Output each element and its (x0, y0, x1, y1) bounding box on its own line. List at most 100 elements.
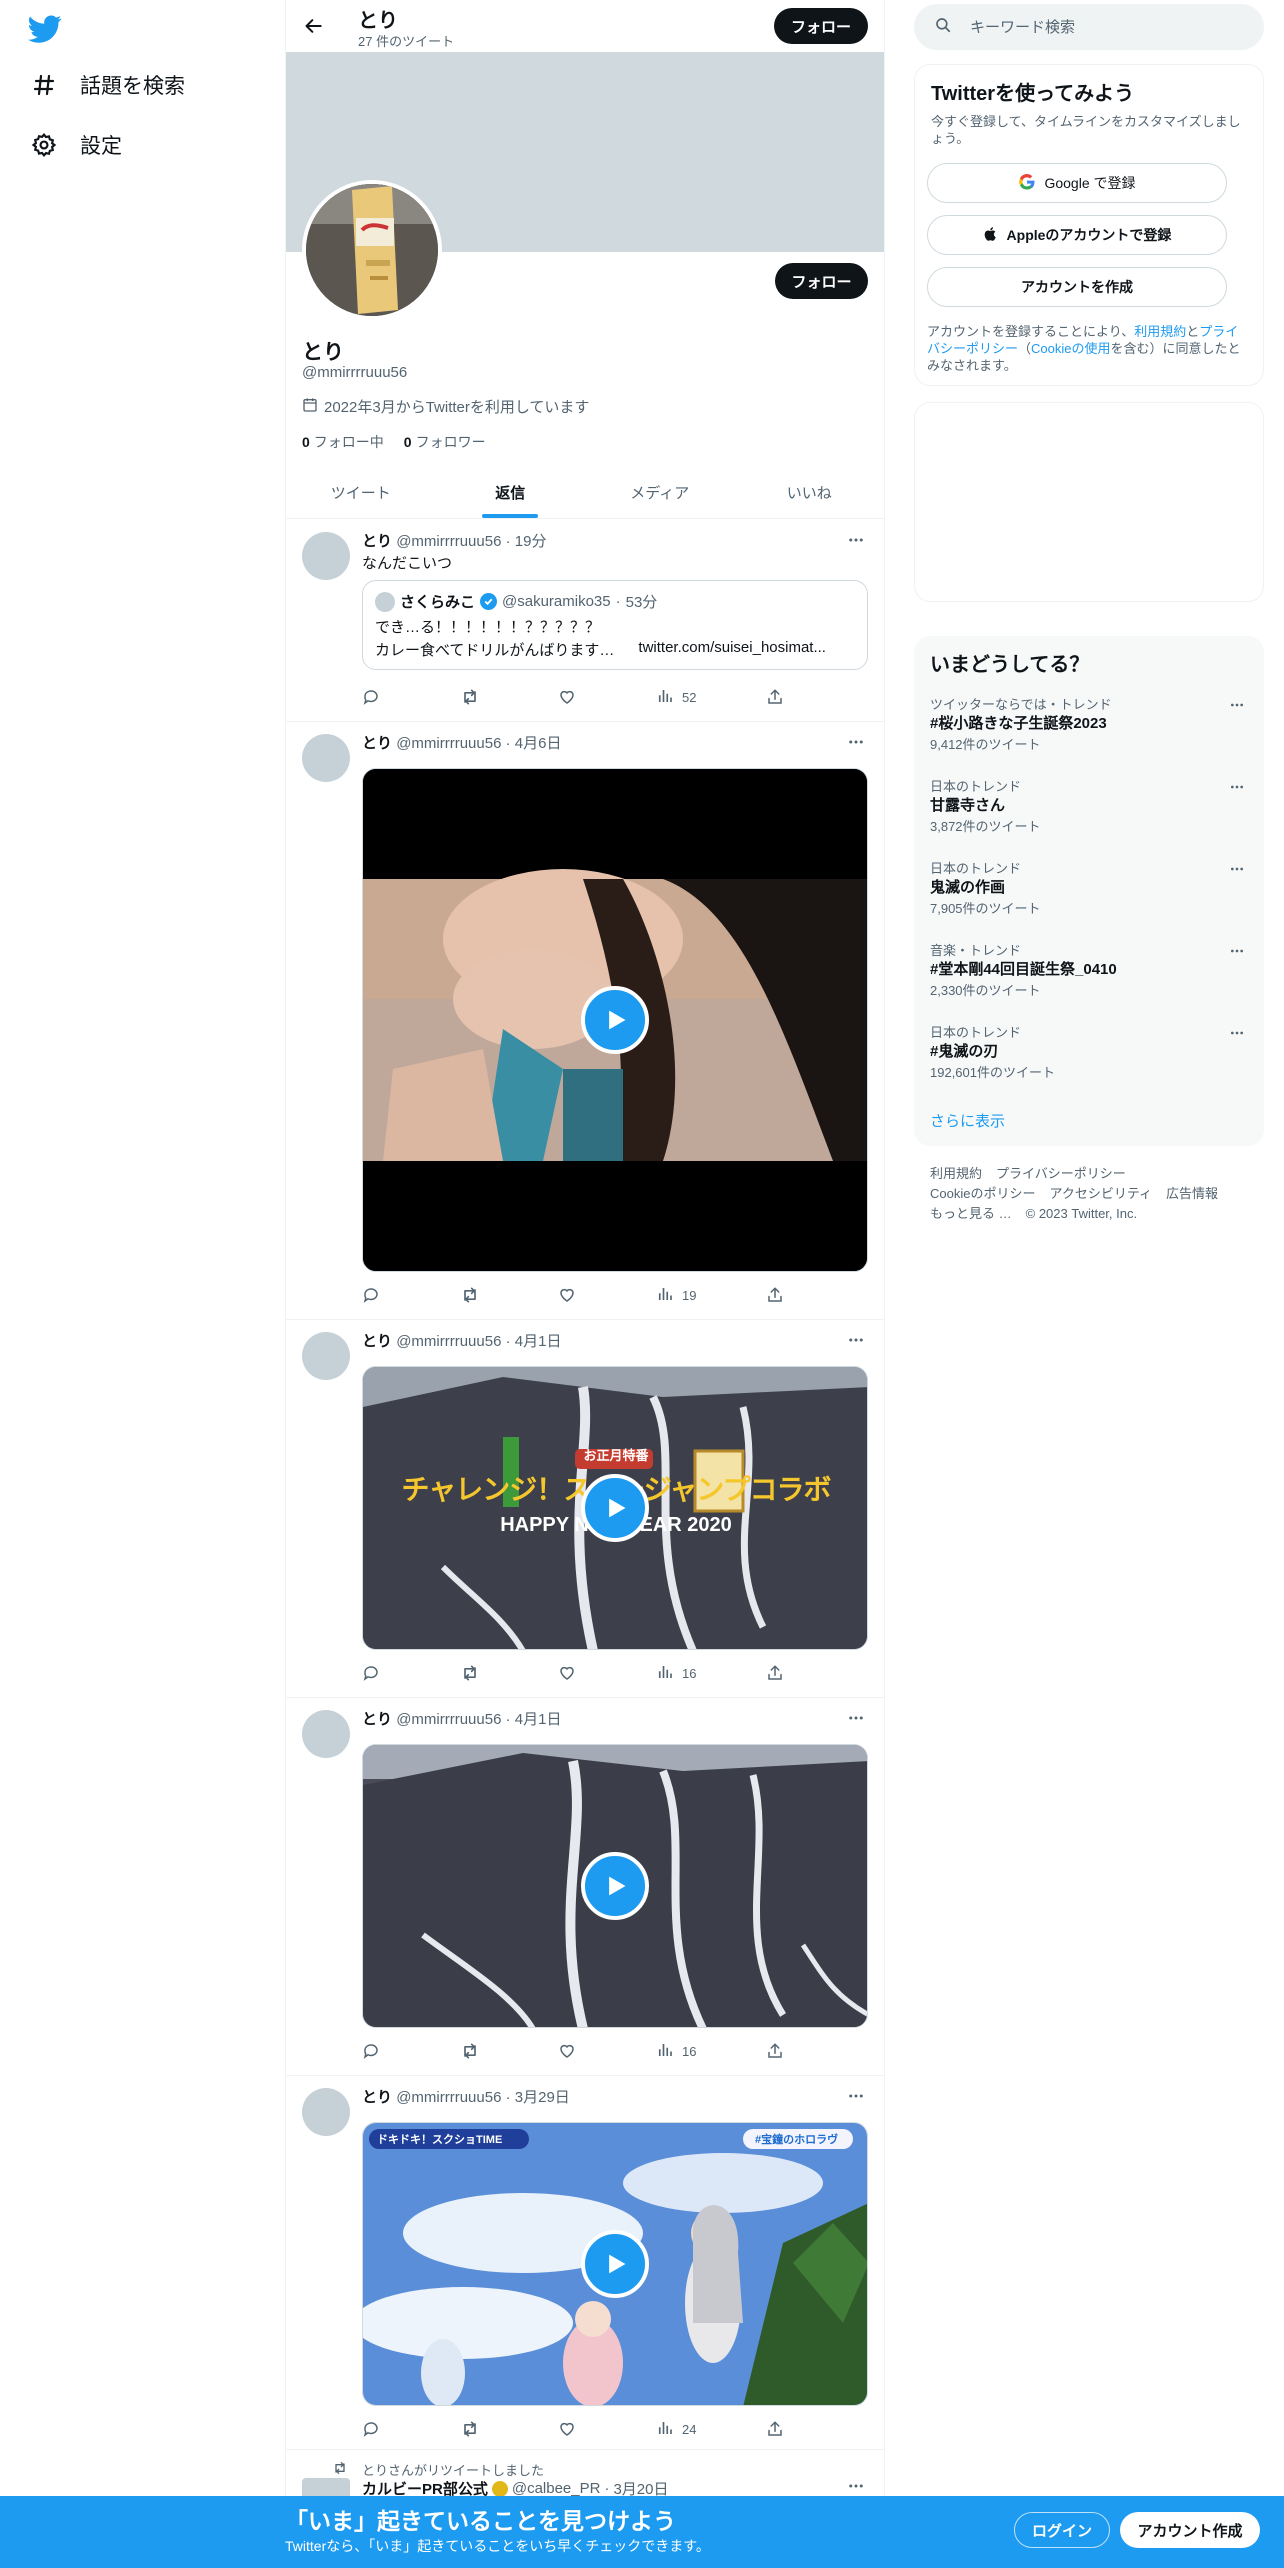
profile-follow-button[interactable]: フォロー (775, 263, 868, 299)
tweet[interactable]: とり @mmirrrruuu56 · 4月6日 19 (286, 722, 884, 1320)
tweet-author-handle[interactable]: @mmirrrruuu56 (396, 1711, 501, 1728)
quoted-tweet[interactable]: さくらみこ @sakuramiko35 · 53分 でき…る！！！！！！？？？？… (362, 580, 868, 670)
retweet-icon[interactable] (460, 1285, 480, 1305)
header-follow-button[interactable]: フォロー (774, 8, 868, 44)
avatar[interactable] (302, 2088, 350, 2136)
more-icon[interactable] (844, 2084, 868, 2108)
tweet-time[interactable]: 3月29日 (515, 2089, 570, 2106)
more-icon[interactable] (844, 730, 868, 754)
tweet-time[interactable]: 4月1日 (515, 1711, 562, 1728)
tweet-author-handle[interactable]: @mmirrrruuu56 (396, 533, 501, 550)
tweet[interactable]: とり @mmirrrruuu56 · 4月1日 16 (286, 1698, 884, 2076)
tweet-time[interactable]: 4月1日 (515, 1333, 562, 1350)
more-icon[interactable] (1226, 858, 1248, 880)
tweet-author-handle[interactable]: @mmirrrruuu56 (396, 2089, 501, 2106)
back-arrow-icon[interactable] (300, 12, 328, 40)
trend-item[interactable]: 日本のトレンド 鬼滅の作画 7,905件のツイート (914, 858, 1264, 940)
tab-replies[interactable]: 返信 (436, 466, 586, 518)
tweet-author-handle[interactable]: @mmirrrruuu56 (396, 735, 501, 752)
play-icon[interactable] (581, 1474, 649, 1542)
tweet[interactable]: とり @mmirrrruuu56 · 3月29日 ドキドキ！スクショTIME #… (286, 2076, 884, 2450)
share-icon[interactable] (766, 1286, 784, 1304)
footer-link-accessibility[interactable]: アクセシビリティ (1049, 1186, 1152, 1201)
play-icon[interactable] (581, 2230, 649, 2298)
avatar[interactable] (302, 532, 350, 580)
retweet-icon[interactable] (460, 1663, 480, 1683)
footer-link-cookie[interactable]: Cookieのポリシー (930, 1186, 1035, 1201)
nav-explore[interactable]: 話題を検索 (30, 70, 185, 100)
video-player[interactable] (362, 768, 868, 1272)
retweet-icon[interactable] (460, 687, 480, 707)
quoted-link[interactable]: twitter.com/suisei_hosimat... (638, 639, 826, 660)
signup-button[interactable]: アカウント作成 (1120, 2512, 1260, 2548)
share-icon[interactable] (766, 2042, 784, 2060)
more-icon[interactable] (844, 2474, 868, 2498)
like-icon[interactable] (558, 2420, 576, 2438)
views-stat[interactable]: 19 (656, 1285, 696, 1306)
tweet-author-name[interactable]: とり (362, 735, 392, 752)
tweet-author-handle[interactable]: @mmirrrruuu56 (396, 1333, 501, 1350)
reply-icon[interactable] (362, 2042, 380, 2060)
views-stat[interactable]: 24 (656, 2419, 696, 2440)
trend-item[interactable]: 日本のトレンド #鬼滅の刃 192,601件のツイート (914, 1022, 1264, 1104)
video-player[interactable]: ドキドキ！スクショTIME #宝鐘のホロラヴ (362, 2122, 868, 2406)
footer-link-privacy[interactable]: プライバシーポリシー (996, 1166, 1126, 1181)
search-box[interactable] (914, 4, 1264, 50)
tweet-author-name[interactable]: とり (362, 2089, 392, 2106)
more-icon[interactable] (1226, 776, 1248, 798)
footer-link-more[interactable]: もっと見る … (930, 1206, 1012, 1221)
like-icon[interactable] (558, 1286, 576, 1304)
reply-icon[interactable] (362, 2420, 380, 2438)
cookie-link[interactable]: Cookieの使用 (1031, 341, 1110, 356)
avatar[interactable] (302, 1332, 350, 1380)
tweet[interactable]: とり @mmirrrruuu56 · 4月1日 お正月特番 チャレンジ！スキージ… (286, 1320, 884, 1698)
search-input[interactable] (970, 18, 1240, 36)
google-signup-button[interactable]: Google で登録 (927, 163, 1227, 203)
reply-icon[interactable] (362, 688, 380, 706)
trend-item[interactable]: ツイッターならでは・トレンド #桜小路きな子生誕祭2023 9,412件のツイー… (914, 694, 1264, 776)
nav-settings[interactable]: 設定 (30, 130, 122, 160)
create-account-button[interactable]: アカウントを作成 (927, 267, 1227, 307)
following-link[interactable]: 0 フォロー中 (302, 432, 384, 452)
share-icon[interactable] (766, 688, 784, 706)
video-player[interactable] (362, 1744, 868, 2028)
footer-link-terms[interactable]: 利用規約 (930, 1166, 982, 1181)
footer-link-ads[interactable]: 広告情報 (1166, 1186, 1218, 1201)
retweet-icon[interactable] (460, 2419, 480, 2439)
video-player[interactable]: お正月特番 チャレンジ！スキージャンプコラボ HAPPY NEW YEAR 20… (362, 1366, 868, 1650)
show-more-link[interactable]: さらに表示 (930, 1110, 1005, 1131)
tweet-author-name[interactable]: とり (362, 1333, 392, 1350)
like-icon[interactable] (558, 1664, 576, 1682)
retweet-icon[interactable] (460, 2041, 480, 2061)
trend-item[interactable]: 音楽・トレンド #堂本剛44回目誕生祭_0410 2,330件のツイート (914, 940, 1264, 1022)
avatar[interactable] (302, 734, 350, 782)
views-stat[interactable]: 16 (656, 1663, 696, 1684)
like-icon[interactable] (558, 688, 576, 706)
more-icon[interactable] (1226, 1022, 1248, 1044)
more-icon[interactable] (844, 528, 868, 552)
more-icon[interactable] (1226, 940, 1248, 962)
login-button[interactable]: ログイン (1014, 2512, 1110, 2548)
tweet[interactable]: とり @mmirrrruuu56 · 19分 なんだこいつ さくらみこ @sak… (286, 520, 884, 722)
reply-icon[interactable] (362, 1664, 380, 1682)
play-icon[interactable] (581, 986, 649, 1054)
followers-link[interactable]: 0 フォロワー (404, 432, 486, 452)
tab-tweets[interactable]: ツイート (286, 466, 436, 518)
like-icon[interactable] (558, 2042, 576, 2060)
apple-signup-button[interactable]: Appleのアカウントで登録 (927, 215, 1227, 255)
tweet-author-name[interactable]: とり (362, 533, 392, 550)
tweet-time[interactable]: 4月6日 (515, 735, 562, 752)
tweet-author-name[interactable]: とり (362, 1711, 392, 1728)
avatar[interactable] (302, 1710, 350, 1758)
trend-item[interactable]: 日本のトレンド 甘露寺さん 3,872件のツイート (914, 776, 1264, 858)
reply-icon[interactable] (362, 1286, 380, 1304)
terms-link[interactable]: 利用規約 (1134, 324, 1186, 339)
views-stat[interactable]: 52 (656, 687, 696, 708)
views-stat[interactable]: 16 (656, 2041, 696, 2062)
more-icon[interactable] (1226, 694, 1248, 716)
profile-avatar[interactable] (302, 180, 442, 320)
share-icon[interactable] (766, 1664, 784, 1682)
tweet-time[interactable]: 19分 (515, 533, 547, 550)
share-icon[interactable] (766, 2420, 784, 2438)
play-icon[interactable] (581, 1852, 649, 1920)
